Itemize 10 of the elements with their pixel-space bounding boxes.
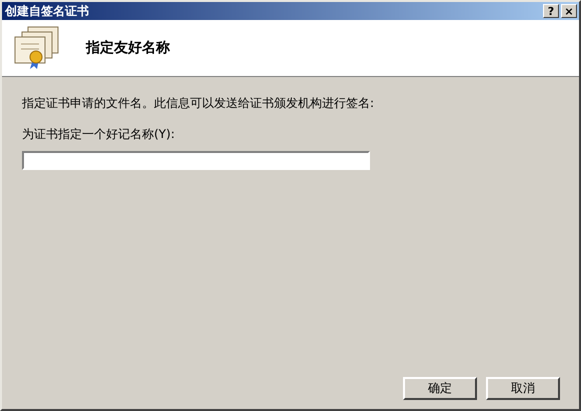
description-text: 指定证书申请的文件名。此信息可以发送给证书颁发机构进行签名:	[22, 95, 376, 112]
cancel-button[interactable]: 取消	[486, 377, 560, 400]
window-title: 创建自签名证书	[5, 2, 90, 20]
certificate-stack-icon	[12, 25, 60, 71]
ok-button[interactable]: 确定	[403, 377, 477, 400]
page-heading: 指定友好名称	[86, 39, 170, 57]
close-button[interactable]: ×	[561, 4, 577, 18]
field-label: 为证书指定一个好记名称(Y):	[22, 126, 176, 143]
help-button[interactable]: ?	[543, 4, 559, 18]
friendly-name-field[interactable]	[22, 151, 370, 170]
